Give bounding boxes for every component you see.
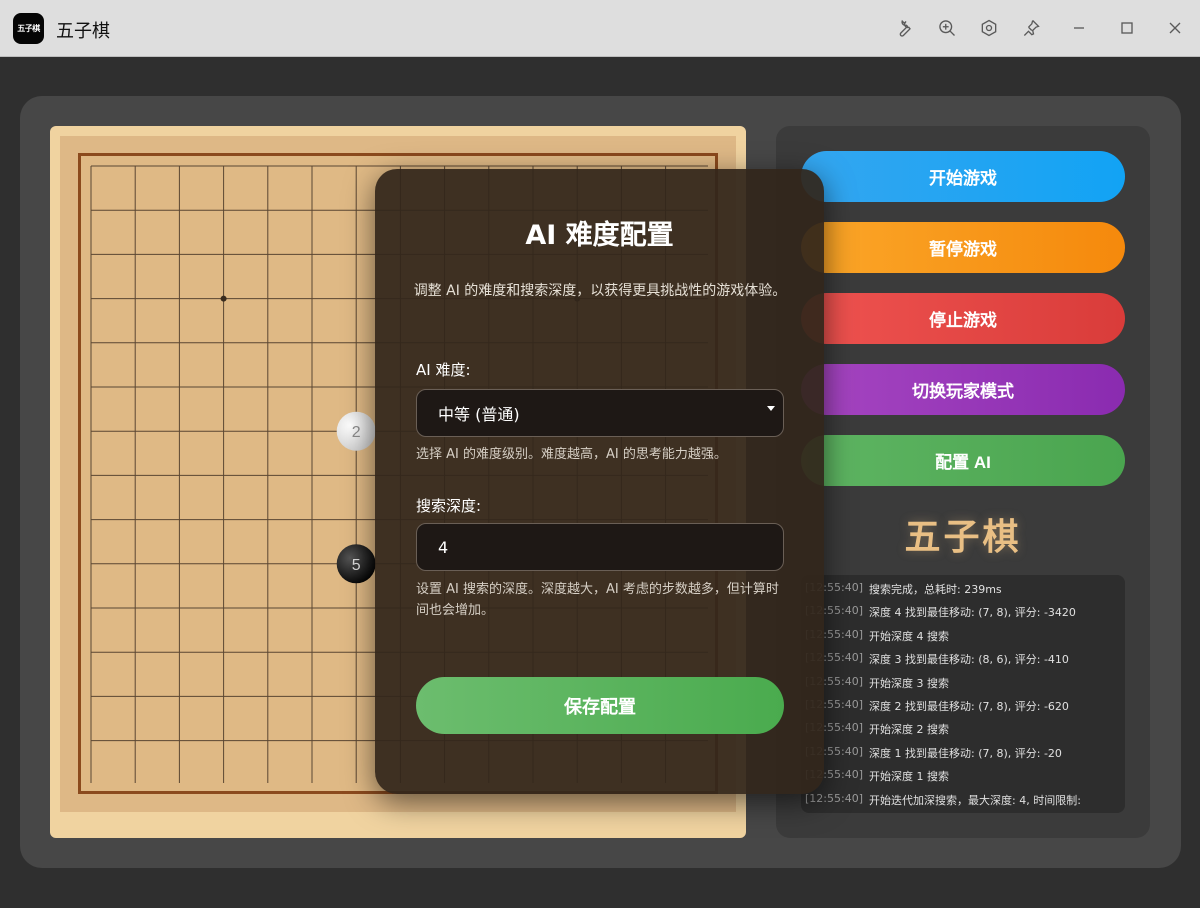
wrench-icon[interactable] <box>894 17 916 39</box>
pin-icon[interactable] <box>1020 17 1042 39</box>
window-title: 五子棋 <box>56 21 110 42</box>
game-logo-title: 五子棋 <box>904 517 1022 558</box>
search-depth-label: 搜索深度: <box>416 497 482 515</box>
log-entry: [12:55:40] 深度 1 找到最佳移动: (7, 8), 评分: -20 <box>801 745 1125 765</box>
control-panel: 开始游戏 暂停游戏 停止游戏 切换玩家模式 配置 AI 五子棋 [12:55:4… <box>776 126 1150 838</box>
log-entry: [12:55:40] 深度 3 找到最佳移动: (8, 6), 评分: -410 <box>801 651 1125 671</box>
log-entry: [12:55:40] 开始深度 2 搜索 <box>801 721 1125 741</box>
difficulty-select-value: 中等 (普通) <box>438 405 520 424</box>
white-stone: 2 <box>336 411 376 451</box>
log-entry: [12:55:40] 深度 2 找到最佳移动: (7, 8), 评分: -620 <box>801 698 1125 718</box>
stone-move-number: 2 <box>352 424 361 441</box>
app-icon: 五子棋 <box>13 13 44 44</box>
search-depth-help-text: 设置 AI 搜索的深度。深度越大，AI 考虑的步数越多，但计算时间也会增加。 <box>416 582 779 618</box>
star-point <box>220 295 227 302</box>
configure-ai-button[interactable]: 配置 AI <box>801 435 1125 486</box>
log-message: 开始深度 1 搜索 <box>869 770 949 784</box>
dialog-title: AI 难度配置 <box>525 220 674 251</box>
pause-game-button[interactable]: 暂停游戏 <box>801 222 1125 273</box>
zoom-in-icon[interactable] <box>936 17 958 39</box>
log-entry: [12:55:40] 搜索完成，总耗时: 239ms <box>801 581 1125 601</box>
log-timestamp: [12:55:40] <box>805 791 863 805</box>
close-icon[interactable] <box>1164 17 1186 39</box>
start-game-button[interactable]: 开始游戏 <box>801 151 1125 202</box>
dialog-description: 调整 AI 的难度和搜索深度，以获得更具挑战性的游戏体验。 <box>413 283 787 299</box>
switch-player-mode-button[interactable]: 切换玩家模式 <box>801 364 1125 415</box>
log-message: 开始深度 3 搜索 <box>869 676 949 690</box>
log-message: 开始深度 2 搜索 <box>869 723 949 737</box>
minimize-icon[interactable] <box>1068 17 1090 39</box>
stone-move-number: 5 <box>352 557 361 574</box>
log-message: 深度 1 找到最佳移动: (7, 8), 评分: -20 <box>869 746 1062 760</box>
ai-config-dialog: AI 难度配置 调整 AI 的难度和搜索深度，以获得更具挑战性的游戏体验。 AI… <box>375 169 824 794</box>
log-message: 深度 2 找到最佳移动: (7, 8), 评分: -620 <box>869 700 1069 713</box>
chevron-down-icon <box>767 406 775 411</box>
black-stone: 5 <box>336 544 376 584</box>
log-entry: [12:55:40] 开始深度 3 搜索 <box>801 675 1125 695</box>
difficulty-select[interactable]: 中等 (普通) <box>416 389 784 437</box>
log-entry: [12:55:40] 开始深度 4 搜索 <box>801 628 1125 648</box>
search-depth-input[interactable]: 4 <box>416 523 784 571</box>
search-depth-value: 4 <box>438 537 449 557</box>
log-message: 搜索完成，总耗时: 239ms <box>869 583 1002 596</box>
log-message: 开始深度 4 搜索 <box>869 629 949 643</box>
settings-icon[interactable] <box>978 17 1000 39</box>
title-bar: 五子棋 五子棋 <box>0 0 1200 57</box>
log-entry: [12:55:40] 深度 4 找到最佳移动: (7, 8), 评分: -3420 <box>801 604 1125 624</box>
log-entry: [12:55:40] 开始迭代加深搜索，最大深度: 4, 时间限制: <box>801 792 1125 812</box>
ai-log-panel[interactable]: [12:55:40] 搜索完成，总耗时: 239ms [12:55:40] 深度 4 … <box>801 575 1125 813</box>
log-message: 深度 3 找到最佳移动: (8, 6), 评分: -410 <box>869 653 1069 667</box>
window-body: 2 5 开始游戏 暂停游戏 停止游戏 切换玩家模式 配置 AI 五子棋 [12:5… <box>0 57 1200 908</box>
difficulty-help-text: 选择 AI 的难度级别。难度越高，AI 的思考能力越强。 <box>416 447 727 462</box>
log-message: 深度 4 找到最佳移动: (7, 8), 评分: -3420 <box>869 606 1076 620</box>
save-config-button[interactable]: 保存配置 <box>416 677 784 734</box>
log-message: 开始迭代加深搜索，最大深度: 4, 时间限制: <box>869 793 1081 807</box>
stop-game-button[interactable]: 停止游戏 <box>801 293 1125 344</box>
maximize-icon[interactable] <box>1116 17 1138 39</box>
difficulty-label: AI 难度: <box>416 361 471 379</box>
log-entry: [12:55:40] 开始深度 1 搜索 <box>801 768 1125 788</box>
